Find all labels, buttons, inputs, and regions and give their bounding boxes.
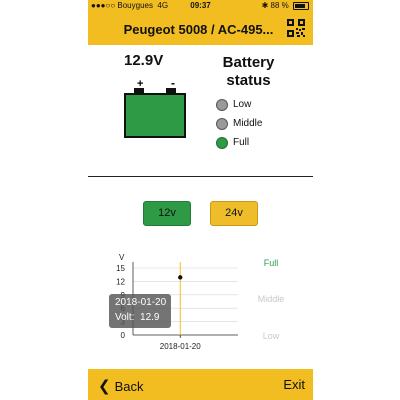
vehicle-title: Peugeot 5008 / AC-495...	[123, 22, 274, 37]
battery-status-heading: Battery status	[222, 54, 275, 89]
phone-screen: ●●●○○ Bouygues 4G 09:37 ✱ 88 % Peugeot 5…	[88, 0, 313, 400]
qr-code-icon[interactable]	[287, 19, 305, 37]
chevron-left-icon: ❮	[98, 378, 111, 395]
y-tick-label: 15	[116, 264, 125, 273]
section-divider	[88, 176, 313, 177]
bluetooth-icon: ✱	[261, 1, 269, 10]
y-tick-label: 0	[121, 331, 126, 340]
phone-battery-icon	[293, 1, 309, 10]
status-bar: ●●●○○ Bouygues 4G 09:37 ✱ 88 %	[88, 0, 313, 13]
status-right: ✱ 88 %	[262, 1, 309, 10]
zone-label-full: Full	[264, 258, 279, 268]
header-bar: Peugeot 5008 / AC-495...	[88, 13, 313, 45]
24v-button[interactable]: 24v	[210, 201, 258, 226]
exit-button[interactable]: Exit	[283, 377, 305, 392]
y-axis-label: V	[119, 253, 125, 262]
battery-percent: 88 %	[270, 1, 289, 10]
data-point	[178, 275, 183, 280]
full-dot-icon	[216, 137, 228, 149]
tooltip-volt: Volt: 12.9	[115, 312, 160, 323]
zone-label-low: Low	[263, 331, 280, 341]
middle-dot-icon	[216, 118, 228, 130]
back-button[interactable]: ❮ Back	[98, 377, 143, 395]
x-tick-label: 2018-01-20	[160, 342, 201, 351]
tooltip-date: 2018-01-20	[115, 297, 167, 308]
chart-tooltip: 2018-01-20 Volt: 12.9	[109, 294, 171, 328]
y-tick-label: 12	[116, 277, 125, 286]
car-battery-icon	[124, 88, 186, 138]
zone-label-middle: Middle	[258, 294, 285, 304]
12v-button[interactable]: 12v	[143, 201, 191, 226]
footer-bar: ❮ Back Exit	[88, 369, 313, 400]
low-dot-icon	[216, 99, 228, 111]
battery-voltage: 12.9V	[124, 52, 164, 69]
